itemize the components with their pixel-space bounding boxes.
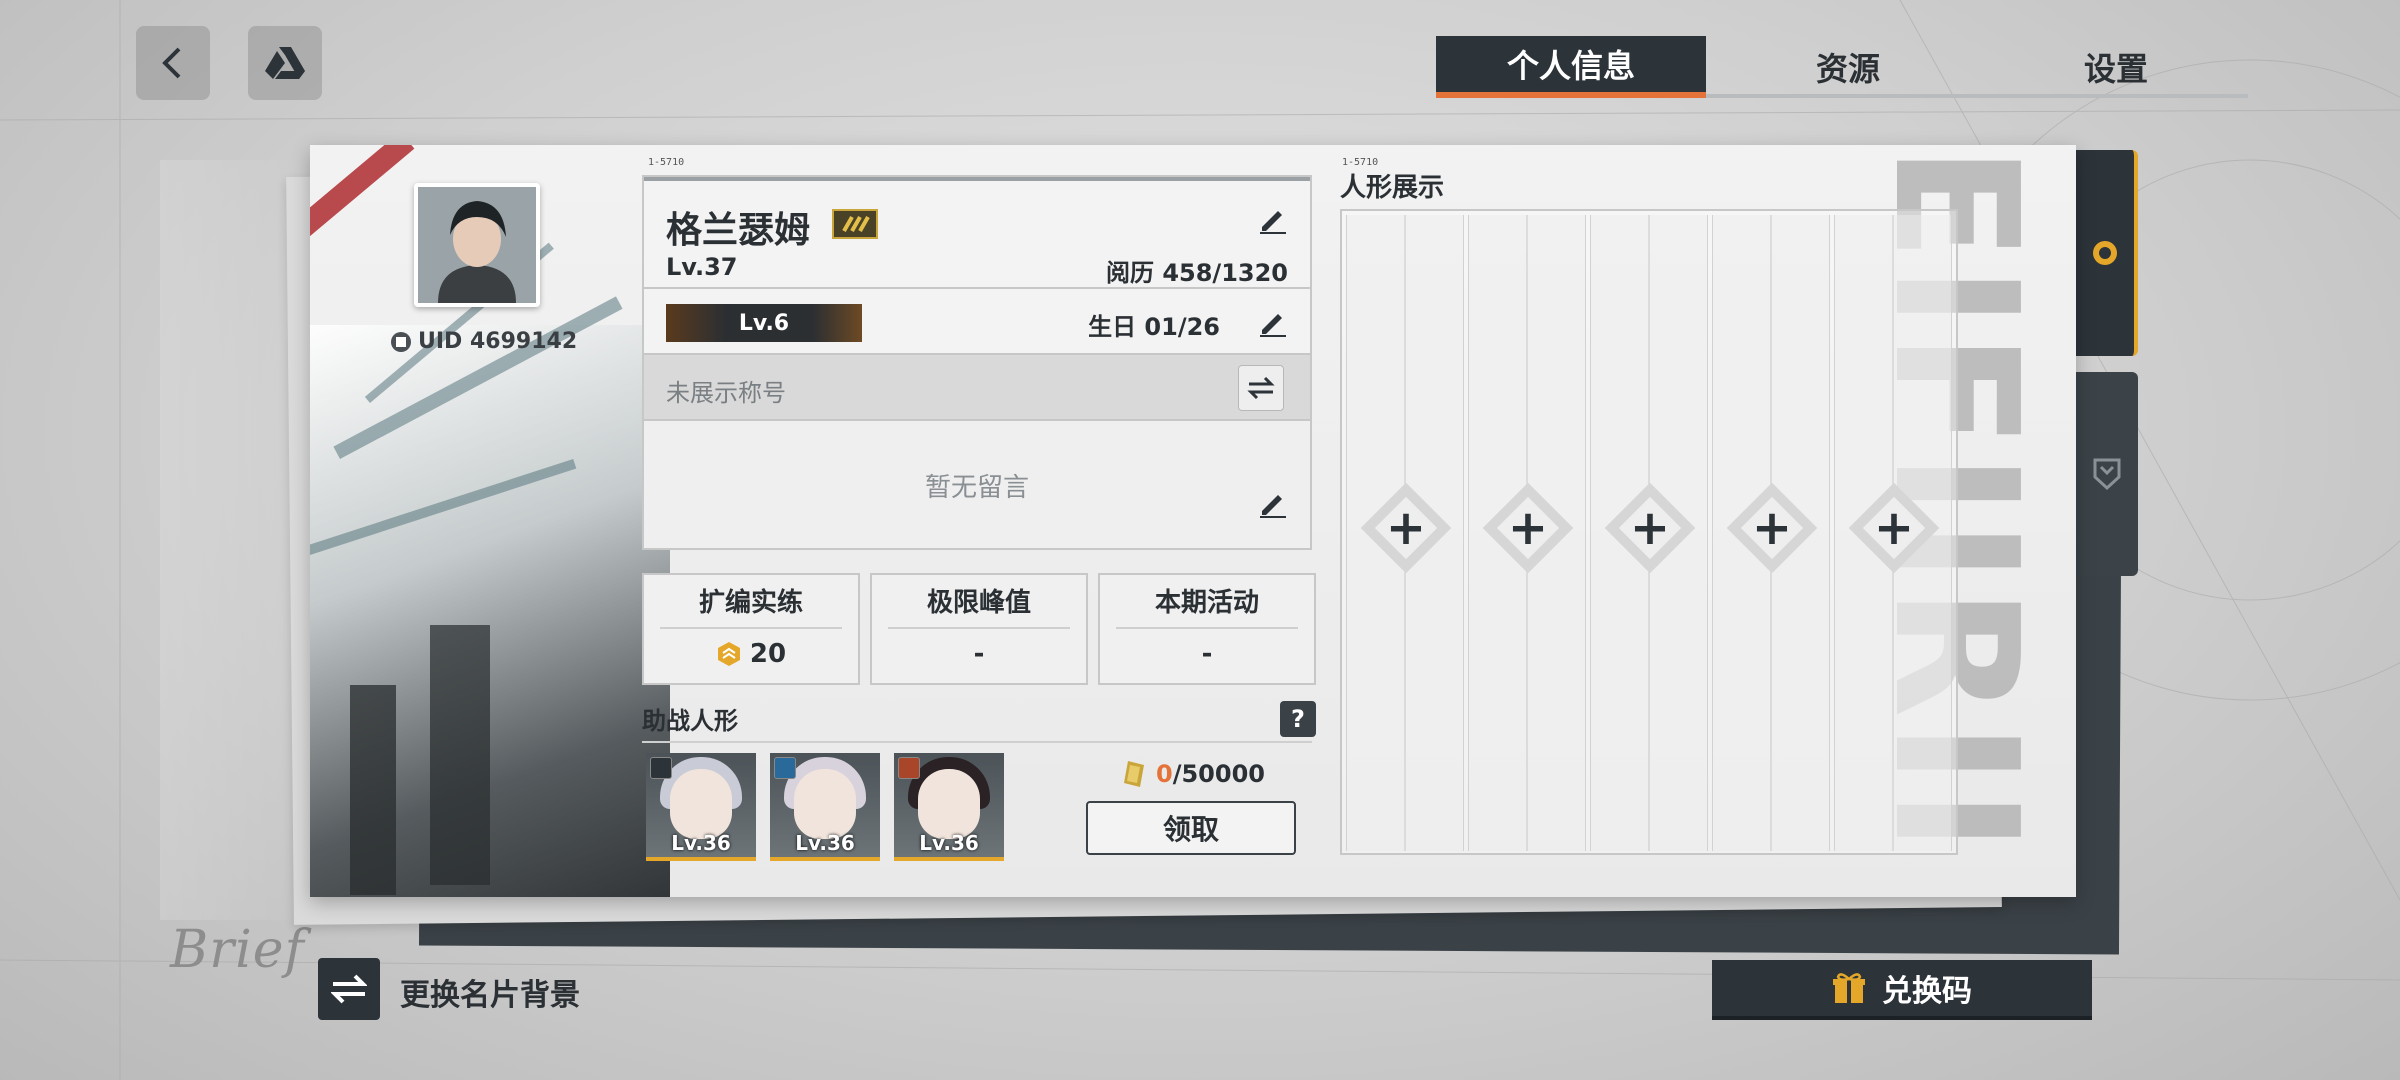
profile-emblem-icon — [2093, 241, 2117, 265]
shield-badge-icon — [2093, 458, 2121, 491]
shield-element-icon — [650, 757, 672, 779]
swap-icon — [331, 974, 367, 1004]
rank-row: Lv.6 生日 01/26 — [644, 289, 1310, 355]
plus-icon: + — [1629, 500, 1671, 556]
uid-text: UID 4699142 — [418, 329, 578, 354]
add-doll-button[interactable]: + — [1482, 482, 1574, 574]
reward-total: /50000 — [1172, 760, 1265, 788]
doll-face — [794, 769, 856, 839]
birthday-label: 生日 01/26 — [1088, 313, 1220, 341]
plus-icon: + — [1385, 500, 1427, 556]
avatar[interactable] — [414, 183, 540, 307]
swap-icon — [1247, 376, 1275, 400]
divider — [642, 741, 1312, 743]
support-doll-2[interactable]: Lv.36 — [770, 753, 880, 861]
title-placeholder: 未展示称号 — [666, 379, 786, 407]
display-title: 人形展示 — [1340, 173, 1445, 203]
gold-bar-icon — [1124, 761, 1144, 787]
display-slot-5[interactable]: + — [1834, 215, 1952, 851]
display-slot-3[interactable]: + — [1590, 215, 1708, 851]
stat-value: - — [1201, 639, 1213, 669]
add-doll-button[interactable]: + — [1848, 482, 1940, 574]
drive-icon — [265, 47, 305, 79]
side-tab-badge[interactable] — [2076, 372, 2138, 576]
corner-stripe — [310, 145, 415, 258]
doll-face — [670, 769, 732, 839]
info-block: 格兰瑟姆 Lv.37 阅历 458/1320 Lv.6 生日 01/26 未展示… — [642, 175, 1312, 550]
tab-settings[interactable]: 设置 — [2016, 36, 2216, 98]
add-doll-button[interactable]: + — [1726, 482, 1818, 574]
gift-icon — [1833, 973, 1865, 1003]
stat-expansion-training[interactable]: 扩编实练 20 — [642, 573, 860, 685]
display-slot-4[interactable]: + — [1712, 215, 1830, 851]
add-doll-button[interactable]: + — [1360, 482, 1452, 574]
change-background-label[interactable]: 更换名片背景 — [400, 970, 580, 1014]
change-background-button[interactable] — [318, 958, 380, 1020]
top-tabs: 个人信息 资源 设置 — [1436, 36, 2248, 98]
claim-button[interactable]: 领取 — [1086, 801, 1296, 855]
stat-label: 扩编实练 — [660, 583, 842, 629]
edit-message-icon[interactable] — [1254, 485, 1290, 521]
plus-icon: + — [1507, 500, 1549, 556]
reward-counter: 0/50000 — [1122, 759, 1322, 789]
title-row[interactable]: 未展示称号 — [644, 355, 1310, 421]
support-dolls-label: 助战人形 — [642, 707, 738, 735]
card-background-art — [310, 242, 670, 897]
plus-icon: + — [1873, 500, 1915, 556]
display-slot-1[interactable]: + — [1346, 215, 1464, 851]
player-level: Lv.37 — [666, 253, 738, 281]
redeem-code-button[interactable]: 兑换码 — [1712, 960, 2092, 1020]
side-tab-profile[interactable] — [2076, 150, 2138, 356]
doll-display-grid: + + + + + — [1340, 209, 1958, 855]
chevron-left-icon — [162, 47, 181, 79]
add-doll-button[interactable]: + — [1604, 482, 1696, 574]
help-button[interactable]: ? — [1280, 701, 1316, 737]
doll-level: Lv.36 — [919, 831, 979, 855]
back-button[interactable] — [136, 26, 210, 100]
tab-personal-info[interactable]: 个人信息 — [1436, 36, 1706, 98]
stat-value: 20 — [644, 639, 858, 669]
stat-current-event[interactable]: 本期活动 - — [1098, 573, 1316, 685]
support-doll-1[interactable]: Lv.36 — [646, 753, 756, 861]
fire-element-icon — [898, 757, 920, 779]
plus-icon: + — [1751, 500, 1793, 556]
display-slot-2[interactable]: + — [1468, 215, 1586, 851]
name-badge-icon — [832, 209, 878, 239]
card-code-left: 1-5710 — [648, 157, 685, 168]
stat-limit-peak[interactable]: 极限峰值 - — [870, 573, 1088, 685]
uid-icon — [391, 331, 411, 352]
redeem-code-label: 兑换码 — [1882, 974, 1972, 1009]
water-element-icon — [774, 757, 796, 779]
player-name: 格兰瑟姆 — [666, 210, 811, 251]
uid-label: UID 4699142 — [390, 329, 580, 354]
brief-watermark: Brief — [170, 920, 305, 980]
swap-title-button[interactable] — [1238, 365, 1284, 411]
reward-current: 0 — [1156, 760, 1173, 788]
doll-level: Lv.36 — [795, 831, 855, 855]
player-experience: 阅历 458/1320 — [1105, 259, 1288, 287]
stat-value: - — [973, 639, 985, 669]
message-placeholder: 暂无留言 — [924, 473, 1029, 503]
stat-label: 本期活动 — [1116, 583, 1298, 629]
stat-label: 极限峰值 — [888, 583, 1070, 629]
coin-icon — [717, 642, 740, 666]
avatar-portrait — [418, 187, 536, 303]
edit-name-icon[interactable] — [1254, 201, 1290, 237]
doll-face — [918, 769, 980, 839]
drive-button[interactable] — [248, 26, 322, 100]
doll-level: Lv.36 — [671, 831, 731, 855]
message-row[interactable]: 暂无留言 — [644, 421, 1310, 548]
support-doll-3[interactable]: Lv.36 — [894, 753, 1004, 861]
profile-card: EIFIIRII UID 4699142 1-5710 格兰瑟姆 Lv.37 阅… — [310, 145, 2076, 897]
name-row: 格兰瑟姆 Lv.37 阅历 458/1320 — [644, 177, 1310, 289]
tab-resources[interactable]: 资源 — [1748, 36, 1948, 98]
rank-badge[interactable]: Lv.6 — [666, 304, 862, 342]
edit-birthday-icon[interactable] — [1254, 304, 1290, 340]
